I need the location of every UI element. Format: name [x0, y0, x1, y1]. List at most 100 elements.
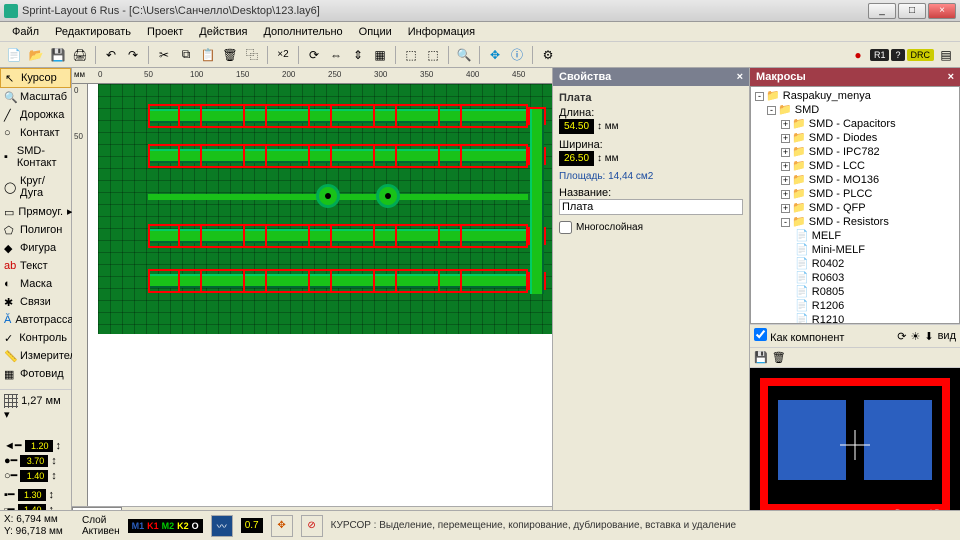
menu-project[interactable]: Проект — [139, 24, 191, 40]
multilayer-checkbox[interactable]: Многослойная — [559, 221, 743, 234]
tool-check[interactable]: ✓Контроль — [0, 329, 71, 347]
badge-drc[interactable]: DRC — [907, 49, 935, 61]
close-button[interactable]: × — [928, 3, 956, 19]
mirror-h-icon[interactable]: ⇔ — [326, 45, 346, 65]
menubar: Файл Редактировать Проект Действия Допол… — [0, 22, 960, 42]
zoom-icon[interactable]: 🔍 — [454, 45, 474, 65]
tool-shape[interactable]: ◆Фигура — [0, 239, 71, 257]
menu-options[interactable]: Опции — [351, 24, 400, 40]
minimize-button[interactable]: _ — [868, 3, 896, 19]
print-icon[interactable]: 🖨 — [70, 45, 90, 65]
badge-question[interactable]: ? — [891, 49, 904, 61]
record-icon[interactable]: ● — [848, 45, 868, 65]
tool-panel: ↖Курсор 🔍Масштаб ╱Дорожка ○Контакт ▪SMD-… — [0, 68, 72, 522]
tool-polygon[interactable]: ⬠Полигон — [0, 221, 71, 239]
macros-panel: Макросы× -📁 Raspakuy_menya -📁 SMD +📁 SMD… — [750, 68, 960, 522]
track-val-1[interactable]: 3.70 — [20, 455, 48, 467]
status-hint: КУРСОР : Выделение, перемещение, копиров… — [331, 520, 956, 531]
open-icon[interactable]: 📂 — [26, 45, 46, 65]
track-val-2[interactable]: 1.40 — [20, 470, 48, 482]
props-title: Свойства — [559, 71, 611, 83]
length-value[interactable]: 54.50 — [559, 119, 594, 134]
window-title: Sprint-Layout 6 Rus - [C:\Users\Санчелло… — [22, 5, 868, 17]
props-close-icon[interactable]: × — [737, 71, 743, 83]
area-label: Площадь: 14,44 см2 — [559, 171, 743, 182]
tool-mask[interactable]: ◐Маска — [0, 275, 71, 293]
gear-icon[interactable]: ⚙ — [538, 45, 558, 65]
track-icon: ◄━ — [4, 439, 22, 452]
titlebar: Sprint-Layout 6 Rus - [C:\Users\Санчелло… — [0, 0, 960, 22]
ruler-horizontal: мм 0 50 100 150 200 250 300 350 400 450 … — [72, 68, 552, 84]
macro-preview[interactable]: Drag and Drop — [750, 368, 960, 522]
no-connect-icon[interactable]: ⊘ — [301, 515, 323, 537]
sun-icon[interactable]: ☀ — [910, 330, 920, 343]
tool-links[interactable]: ✱Связи — [0, 293, 71, 311]
track-icon: ●━ — [4, 454, 17, 467]
tool-photoview[interactable]: ▦Фотовид — [0, 365, 71, 383]
badge-r1[interactable]: R1 — [870, 49, 890, 61]
statusbar: X: 6,794 мм Y: 96,718 мм Слой Активен M1… — [0, 510, 960, 540]
canvas-area: мм 0 50 100 150 200 250 300 350 400 450 … — [72, 68, 552, 522]
x2-icon[interactable]: ×2 — [273, 45, 293, 65]
length-label: Длина: — [559, 107, 743, 119]
delete-icon[interactable]: 🗑 — [220, 45, 240, 65]
ungroup-icon[interactable]: ⬚ — [423, 45, 443, 65]
menu-file[interactable]: Файл — [4, 24, 47, 40]
info-icon[interactable]: ⓘ — [507, 45, 527, 65]
tool-autoroute[interactable]: ĂАвтотрасса — [0, 311, 71, 329]
redo-icon[interactable]: ↷ — [123, 45, 143, 65]
tool-track[interactable]: ╱Дорожка — [0, 106, 71, 124]
macros-close-icon[interactable]: × — [948, 71, 954, 83]
pcb-canvas[interactable]: + + + + — [88, 84, 552, 506]
track-widths: ◄━1.20↕ ●━3.70↕ ○━1.40↕ ▪━1.30↕ ▫━1.40↕ — [0, 435, 71, 522]
tool-smd[interactable]: ▪SMD-Контакт — [0, 142, 71, 172]
grid-size-box[interactable]: 1,27 мм ▾ — [0, 389, 71, 425]
track-icon: ▪━ — [4, 488, 15, 501]
cut-icon[interactable]: ✂ — [154, 45, 174, 65]
crosshair-status-icon[interactable]: ✥ — [271, 515, 293, 537]
status-icon-1[interactable]: 〰 — [211, 515, 233, 537]
duplicate-icon[interactable]: ⿻ — [242, 45, 262, 65]
group-icon[interactable]: ⬚ — [401, 45, 421, 65]
tool-rect[interactable]: ▭Прямоуг.▸ — [0, 202, 71, 221]
save-icon[interactable]: 💾 — [48, 45, 68, 65]
paste-icon[interactable]: 📋 — [198, 45, 218, 65]
tool-pad[interactable]: ○Контакт — [0, 124, 71, 142]
width-value[interactable]: 26.50 — [559, 151, 594, 166]
refresh-icon[interactable]: ⟳ — [897, 330, 906, 343]
layer-selector[interactable]: M1 K1 M2 K2 O — [128, 519, 203, 533]
menu-extra[interactable]: Дополнительно — [255, 24, 350, 40]
delete-macro-icon[interactable]: 🗑 — [772, 351, 786, 364]
zoom-value[interactable]: 0.7 — [241, 518, 263, 533]
tool-circle[interactable]: ◯Круг/Дуга — [0, 172, 71, 202]
align-icon[interactable]: ▦ — [370, 45, 390, 65]
menu-edit[interactable]: Редактировать — [47, 24, 139, 40]
maximize-button[interactable]: □ — [898, 3, 926, 19]
menu-actions[interactable]: Действия — [191, 24, 255, 40]
panel-toggle-icon[interactable]: ▤ — [936, 45, 956, 65]
tool-zoom[interactable]: 🔍Масштаб — [0, 88, 71, 106]
properties-panel: Свойства× Плата Длина: 54.50↕ мм Ширина:… — [552, 68, 750, 522]
name-label: Название: — [559, 187, 743, 199]
tool-measure[interactable]: 📏Измеритель — [0, 347, 71, 365]
undo-icon[interactable]: ↶ — [101, 45, 121, 65]
tool-text[interactable]: abТекст — [0, 257, 71, 275]
download-icon[interactable]: ⬇ — [924, 330, 933, 343]
mirror-v-icon[interactable]: ⇕ — [348, 45, 368, 65]
new-icon[interactable]: 📄 — [4, 45, 24, 65]
rotate-icon[interactable]: ⟳ — [304, 45, 324, 65]
grid-size-value: 1,27 мм — [21, 395, 61, 407]
track-val-3[interactable]: 1.30 — [18, 489, 46, 501]
track-val-0[interactable]: 1.20 — [25, 440, 53, 452]
copy-icon[interactable]: ⧉ — [176, 45, 196, 65]
as-component-check[interactable]: Как компонент — [754, 328, 844, 344]
main-toolbar: 📄 📂 💾 🖨 ↶ ↷ ✂ ⧉ 📋 🗑 ⿻ ×2 ⟳ ⇔ ⇕ ▦ ⬚ ⬚ 🔍 ✥… — [0, 42, 960, 68]
crosshair-icon[interactable]: ✥ — [485, 45, 505, 65]
pcb-board: + + + + — [98, 84, 552, 334]
layer-label: Слой Активен — [82, 515, 120, 537]
macro-tree[interactable]: -📁 Raspakuy_menya -📁 SMD +📁 SMD - Capaci… — [750, 86, 960, 324]
tool-cursor[interactable]: ↖Курсор — [0, 68, 71, 88]
board-name-input[interactable] — [559, 199, 743, 215]
menu-info[interactable]: Информация — [400, 24, 483, 40]
save-macro-icon[interactable]: 💾 — [754, 351, 768, 364]
